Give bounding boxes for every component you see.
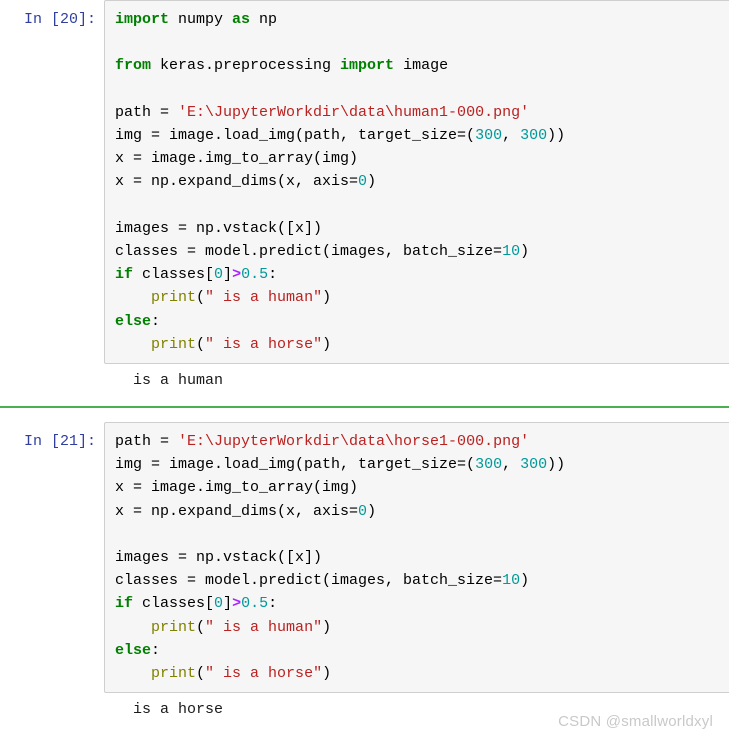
code-token: )	[322, 289, 332, 307]
code-token: ))	[547, 456, 566, 474]
code-token: >	[232, 266, 242, 284]
notebook-cell-input[interactable]: In [20]: import numpy as np from keras.p…	[0, 0, 729, 365]
code-token: keras.preprocessing	[151, 57, 341, 75]
output-stream-text: is a human	[124, 372, 224, 390]
code-token: x = np.expand_dims(x, axis=	[115, 502, 359, 520]
code-token: ,	[502, 127, 521, 145]
code-token: import	[115, 11, 170, 28]
code-token: x = np.expand_dims(x, axis=	[115, 173, 359, 191]
code-content[interactable]: import numpy as np from keras.preprocess…	[115, 8, 729, 356]
code-token: )	[322, 665, 332, 683]
code-token: (	[196, 289, 206, 307]
watermark-label: CSDN @smallworldxyl	[558, 713, 713, 730]
code-content[interactable]: path = 'E:\JupyterWorkdir\data\horse1-00…	[115, 430, 729, 685]
code-editor-area[interactable]: path = 'E:\JupyterWorkdir\data\horse1-00…	[104, 422, 729, 694]
output-area: is a human	[104, 364, 729, 398]
cell-prompt-in-21: In [21]:	[23, 433, 96, 451]
code-token: print	[151, 335, 197, 353]
code-token: path =	[115, 433, 179, 451]
code-token: )	[322, 618, 332, 636]
code-token: path =	[115, 103, 179, 121]
code-token: images = np.vstack([x])	[115, 549, 323, 567]
code-token: )	[367, 502, 377, 520]
code-token: :	[268, 266, 278, 284]
code-token: " is a horse"	[205, 665, 323, 683]
code-token: from	[115, 57, 152, 75]
code-token: classes[	[133, 595, 215, 613]
code-token: 'E:\JupyterWorkdir\data\horse1-000.png'	[178, 433, 530, 451]
code-token: 300	[475, 127, 503, 145]
code-token: (	[196, 335, 206, 353]
code-token: :	[268, 595, 278, 613]
code-token: images = np.vstack([x])	[115, 219, 323, 237]
code-token: (	[196, 665, 206, 683]
cell-prompt-in-20: In [20]:	[23, 11, 96, 28]
code-token: as	[232, 11, 251, 28]
notebook-cell-output: is a human	[0, 364, 729, 398]
code-token: else	[115, 312, 152, 330]
code-token: image	[394, 57, 449, 75]
code-token: 0	[214, 266, 224, 284]
code-token: (	[196, 618, 206, 636]
code-token: >	[232, 595, 242, 613]
code-token: ,	[502, 456, 521, 474]
code-token: img = image.load_img(path, target_size=(	[115, 456, 476, 474]
code-token: print	[151, 618, 197, 636]
code-token: :	[151, 312, 161, 330]
code-token: np	[250, 11, 278, 28]
code-token: classes = model.predict(images, batch_si…	[115, 243, 503, 261]
code-token: ]	[223, 595, 233, 613]
code-token: 0.5	[241, 266, 269, 284]
code-token: 300	[475, 456, 503, 474]
code-token: 10	[502, 572, 521, 590]
code-token: )	[322, 335, 332, 353]
code-token: 'E:\JupyterWorkdir\data\human1-000.png'	[178, 103, 530, 121]
code-token: x = image.img_to_array(img)	[115, 150, 359, 168]
code-token: else	[115, 641, 152, 659]
code-token: print	[151, 289, 197, 307]
code-token: img = image.load_img(path, target_size=(	[115, 127, 476, 145]
code-token: classes[	[133, 266, 215, 284]
code-token: print	[151, 665, 197, 683]
code-token: 0	[358, 502, 368, 520]
code-token: ))	[547, 127, 566, 145]
notebook: In [20]: import numpy as np from keras.p…	[0, 0, 729, 727]
cell-gap	[0, 408, 729, 422]
code-token: x = image.img_to_array(img)	[115, 479, 359, 497]
code-token: 0	[214, 595, 224, 613]
code-token: :	[151, 641, 161, 659]
code-token: " is a horse"	[205, 335, 323, 353]
code-token: 300	[520, 456, 548, 474]
code-token: 0.5	[241, 595, 269, 613]
code-token: numpy	[169, 11, 233, 28]
code-token: 300	[520, 127, 548, 145]
code-token: if	[115, 266, 134, 284]
code-token: )	[367, 173, 377, 191]
code-token: classes = model.predict(images, batch_si…	[115, 572, 503, 590]
code-token: " is a human"	[205, 289, 323, 307]
code-token: if	[115, 595, 134, 613]
code-token: )	[520, 572, 530, 590]
code-token: 0	[358, 173, 368, 191]
code-editor-area[interactable]: import numpy as np from keras.preprocess…	[104, 0, 729, 365]
code-token: 10	[502, 243, 521, 261]
notebook-cell-input[interactable]: In [21]: path = 'E:\JupyterWorkdir\data\…	[0, 422, 729, 694]
code-token: ]	[223, 266, 233, 284]
code-token: import	[340, 57, 395, 75]
code-token: )	[520, 243, 530, 261]
cell-gap	[0, 398, 729, 406]
code-token: " is a human"	[205, 618, 323, 636]
